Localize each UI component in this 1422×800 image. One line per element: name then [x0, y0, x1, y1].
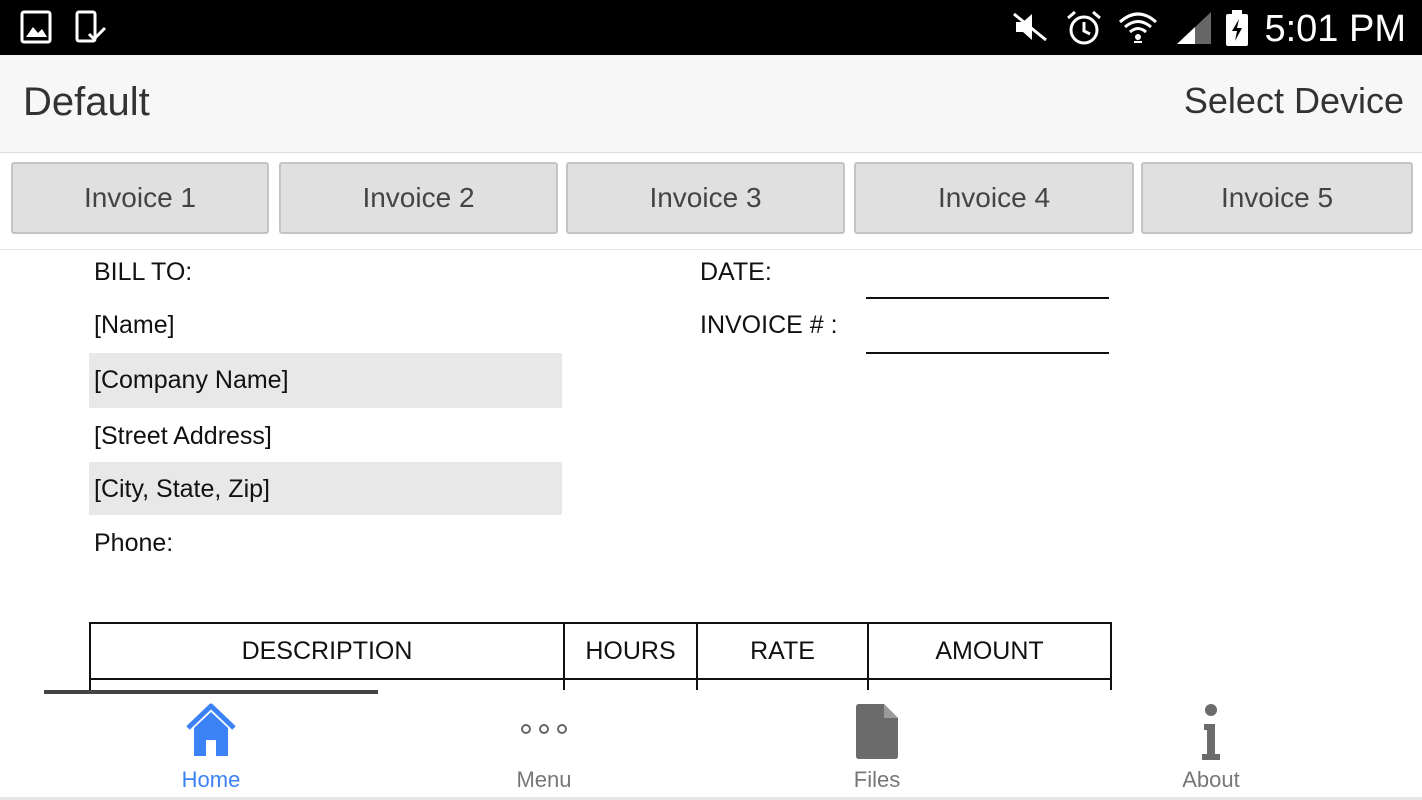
bill-to-name[interactable]: [Name] [94, 311, 175, 340]
date-label: DATE: [700, 258, 772, 286]
battery-charging-icon [1224, 10, 1250, 53]
alarm-icon [1065, 10, 1103, 51]
tab-invoice-2[interactable]: Invoice 2 [279, 162, 558, 234]
invoice-number-label: INVOICE # : [700, 311, 838, 339]
column-header-hours: HOURS [563, 622, 698, 680]
tab-invoice-5[interactable]: Invoice 5 [1141, 162, 1413, 234]
bill-to-street[interactable]: [Street Address] [94, 422, 272, 451]
date-field[interactable] [866, 297, 1109, 299]
column-header-amount: AMOUNT [867, 622, 1112, 680]
nav-files-label: Files [853, 767, 901, 792]
gallery-icon [20, 10, 52, 49]
mute-icon [1012, 10, 1050, 49]
nav-about-label: About [1182, 767, 1240, 792]
tab-invoice-1[interactable]: Invoice 1 [11, 162, 269, 234]
bottom-navigation: Home Menu Files About [0, 694, 1422, 798]
info-icon [1197, 702, 1225, 767]
bill-to-company[interactable]: [Company Name] [94, 366, 289, 395]
home-icon [184, 702, 238, 763]
app-bar: Default Select Device [0, 55, 1422, 153]
invoice-number-field[interactable] [866, 352, 1109, 354]
table-header-row: DESCRIPTION HOURS RATE AMOUNT [89, 622, 1112, 680]
description-cell[interactable] [89, 679, 565, 690]
nav-home-label: Home [181, 767, 241, 792]
tab-invoice-4[interactable]: Invoice 4 [854, 162, 1134, 234]
signal-icon [1175, 10, 1213, 51]
column-header-rate: RATE [696, 622, 869, 680]
app-title: Default [23, 80, 150, 124]
bill-to-city-state-zip[interactable]: [City, State, Zip] [94, 475, 270, 504]
more-dots-icon [520, 722, 568, 741]
phone-label: Phone: [94, 529, 174, 557]
column-header-description: DESCRIPTION [89, 622, 565, 680]
nav-menu-label: Menu [516, 767, 572, 792]
nav-about[interactable]: About [1111, 694, 1311, 798]
status-time: 5:01 PM [1264, 8, 1406, 50]
bill-to-label: BILL TO: [94, 258, 193, 286]
tab-invoice-3[interactable]: Invoice 3 [566, 162, 845, 234]
hours-cell[interactable] [563, 679, 698, 690]
nav-menu[interactable]: Menu [444, 694, 644, 798]
nav-home[interactable]: Home [111, 694, 311, 798]
select-device-button[interactable]: Select Device [1184, 80, 1404, 122]
nav-files[interactable]: Files [777, 694, 977, 798]
amount-cell[interactable] [867, 679, 1112, 690]
table-row[interactable] [89, 679, 1112, 690]
device-check-icon [74, 10, 108, 49]
items-table: DESCRIPTION HOURS RATE AMOUNT [89, 622, 1112, 690]
rate-cell[interactable] [696, 679, 869, 690]
invoice-document[interactable]: BILL TO: [Name] [Company Name] [Street A… [0, 250, 1422, 690]
status-bar: 5:01 PM [0, 0, 1422, 55]
file-icon [854, 702, 900, 765]
invoice-tabs: Invoice 1 Invoice 2 Invoice 3 Invoice 4 … [0, 153, 1422, 250]
wifi-icon [1118, 10, 1158, 51]
